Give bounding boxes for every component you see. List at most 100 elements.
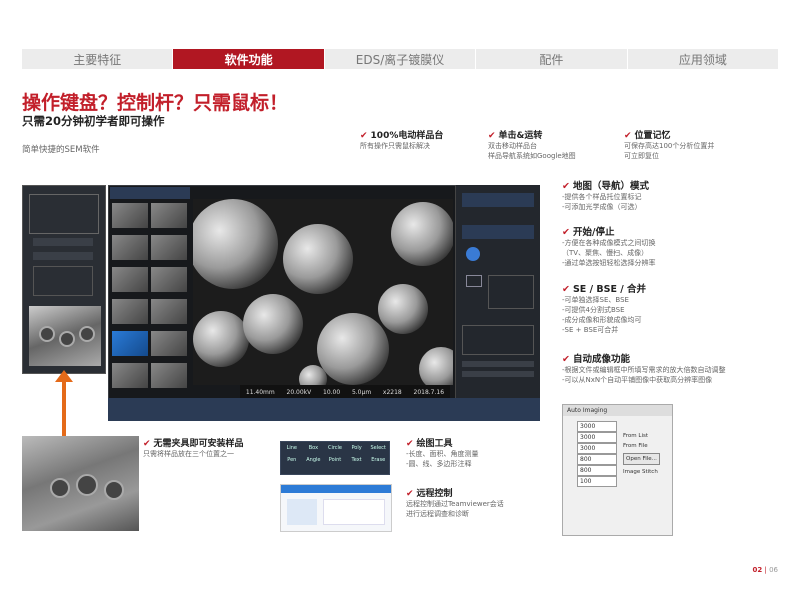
- tool-box[interactable]: Box: [303, 445, 325, 451]
- tool-point[interactable]: Point: [324, 457, 346, 463]
- feature-line: -圆、线、多边形注释: [406, 460, 472, 468]
- feature-line: 样品导航系统如Google地图: [488, 152, 576, 160]
- camera-icon[interactable]: [466, 275, 482, 287]
- mode-tabs[interactable]: [462, 193, 534, 207]
- value-field[interactable]: 3000: [577, 421, 617, 432]
- drawing-toolbar: Line Box Circle Poly Select Pen Angle Po…: [280, 441, 390, 475]
- tool-select[interactable]: Select: [367, 445, 389, 451]
- resolution-options[interactable]: [488, 275, 534, 309]
- tab-applications[interactable]: 应用领域: [628, 49, 780, 69]
- bottom-toolbar[interactable]: [108, 398, 540, 421]
- tool-circle[interactable]: Circle: [324, 445, 346, 451]
- from-list-radio[interactable]: From List: [623, 431, 660, 441]
- image-stitch-checkbox[interactable]: Image Stitch: [623, 467, 660, 477]
- stage-camera-image: [29, 306, 101, 366]
- intro-text: 简单快捷的SEM软件: [22, 145, 100, 155]
- thumbnail[interactable]: [112, 267, 148, 292]
- auto-imaging-dialog: Auto Imaging 3000 3000 3000 800 800 100 …: [562, 404, 673, 536]
- detector-settings[interactable]: [462, 325, 534, 355]
- page-current: 02: [752, 566, 763, 574]
- section-tabs: 主要特征 软件功能 EDS/离子镀膜仪 配件 应用领域: [22, 49, 780, 69]
- tab-accessories[interactable]: 配件: [476, 49, 628, 69]
- check-icon: ✔: [143, 439, 151, 449]
- tool-poly[interactable]: Poly: [346, 445, 368, 451]
- scan-mode-tabs[interactable]: [462, 225, 534, 239]
- tab-software[interactable]: 软件功能: [173, 49, 325, 69]
- contrast-slider[interactable]: [462, 371, 534, 377]
- check-icon: ✔: [562, 284, 570, 295]
- tool-pen[interactable]: Pen: [281, 457, 303, 463]
- teamviewer-titlebar: [281, 485, 391, 493]
- tool-erase[interactable]: Erase: [367, 457, 389, 463]
- check-icon: ✔: [406, 439, 414, 449]
- thumbnail[interactable]: [112, 299, 148, 324]
- sample-holder-photo: [22, 436, 139, 531]
- from-file-radio[interactable]: From File: [623, 441, 660, 451]
- feature-line: -可单独选择SE、BSE: [562, 296, 629, 304]
- feature-title: 无需夹具即可安装样品: [153, 439, 244, 449]
- feature-title: 自动成像功能: [572, 354, 630, 365]
- feature-stage: ✔ 100%电动样品台 所有操作只需鼠标解决: [360, 128, 443, 151]
- thumbnail[interactable]: [151, 331, 187, 356]
- micrograph-spheres: [193, 199, 453, 385]
- stage-control-panel: [22, 185, 106, 374]
- start-stop-icon[interactable]: [466, 247, 480, 261]
- check-icon: ✔: [360, 131, 368, 141]
- thumb-toolbar[interactable]: [110, 187, 190, 199]
- feature-line: -通过单选按钮轻松选择分辨率: [562, 259, 656, 267]
- check-icon: ✔: [562, 227, 570, 238]
- open-file-button[interactable]: Open File...: [623, 453, 660, 465]
- check-icon: ✔: [562, 181, 570, 192]
- check-icon: ✔: [406, 489, 414, 499]
- tool-line[interactable]: Line: [281, 445, 303, 451]
- slider[interactable]: [33, 238, 93, 246]
- sem-info-bar: 11.40mm 20.00kV 10.00 5.0μm x2218 2018.7…: [240, 385, 450, 399]
- thumbnail[interactable]: [112, 203, 148, 228]
- value-field[interactable]: 800: [577, 465, 617, 476]
- feature-line: -可提供4分割式BSE: [562, 306, 625, 314]
- page-total: 06: [769, 566, 778, 574]
- value-field[interactable]: 3000: [577, 432, 617, 443]
- page-headline: 操作键盘？控制杆？只需鼠标！: [22, 92, 289, 114]
- thumbnail[interactable]: [112, 363, 148, 388]
- feature-map-mode: ✔ 地图（导航）模式 -提供各个样品托位置标记 -可添加光学成像（可选）: [562, 178, 649, 212]
- holder-slot: [39, 326, 55, 342]
- tab-eds[interactable]: EDS/离子镀膜仪: [325, 49, 477, 69]
- feature-line: 远程控制通过Teamviewer会话: [406, 500, 504, 508]
- feature-title: SE / BSE / 合并: [572, 284, 647, 295]
- callout-arrow-head: [55, 370, 73, 382]
- feature-click: ✔ 单击&运转 双击移动样品台 样品导航系统如Google地图: [488, 128, 576, 161]
- tab-main-features[interactable]: 主要特征: [22, 49, 174, 69]
- holder-slot: [50, 478, 70, 498]
- feature-line: -可添加光学成像（可选）: [562, 203, 642, 211]
- tool-angle[interactable]: Angle: [303, 457, 325, 463]
- value-list[interactable]: 3000 3000 3000 800 800 100: [577, 421, 617, 487]
- feature-no-fixture: ✔ 无需夹具即可安装样品 只需将样品放在三个位置之一: [143, 436, 244, 459]
- feature-line: 所有操作只需鼠标解决: [360, 142, 430, 150]
- thumbnail[interactable]: [151, 203, 187, 228]
- feature-line: 可立即复位: [624, 152, 659, 160]
- brightness-slider[interactable]: [462, 361, 534, 367]
- thumbnail[interactable]: [151, 299, 187, 324]
- thumbnail[interactable]: [112, 331, 148, 356]
- scale-bar-label: 5.0μm: [351, 388, 372, 396]
- feature-line: -SE + BSE可合并: [562, 326, 619, 334]
- thumbnail[interactable]: [151, 235, 187, 260]
- value-field[interactable]: 3000: [577, 443, 617, 454]
- thumbnail[interactable]: [151, 267, 187, 292]
- slider[interactable]: [33, 252, 93, 260]
- value-field[interactable]: 800: [577, 454, 617, 465]
- thumbnail[interactable]: [151, 363, 187, 388]
- value-field[interactable]: 100: [577, 476, 617, 487]
- hv-value: 20.00kV: [286, 388, 312, 396]
- tool-text[interactable]: Text: [346, 457, 368, 463]
- feature-line: （TV、聚焦、慢扫、成像）: [562, 249, 649, 257]
- feature-title: 单击&运转: [498, 131, 543, 141]
- thumbnail[interactable]: [112, 235, 148, 260]
- callout-arrow-line: [62, 380, 66, 436]
- thumbnail-gallery: [110, 201, 190, 396]
- capture-date: 2018.7.16: [413, 388, 445, 396]
- holder-slot: [59, 331, 75, 347]
- dialog-title: Auto Imaging: [563, 405, 672, 416]
- feature-title: 地图（导航）模式: [572, 181, 649, 192]
